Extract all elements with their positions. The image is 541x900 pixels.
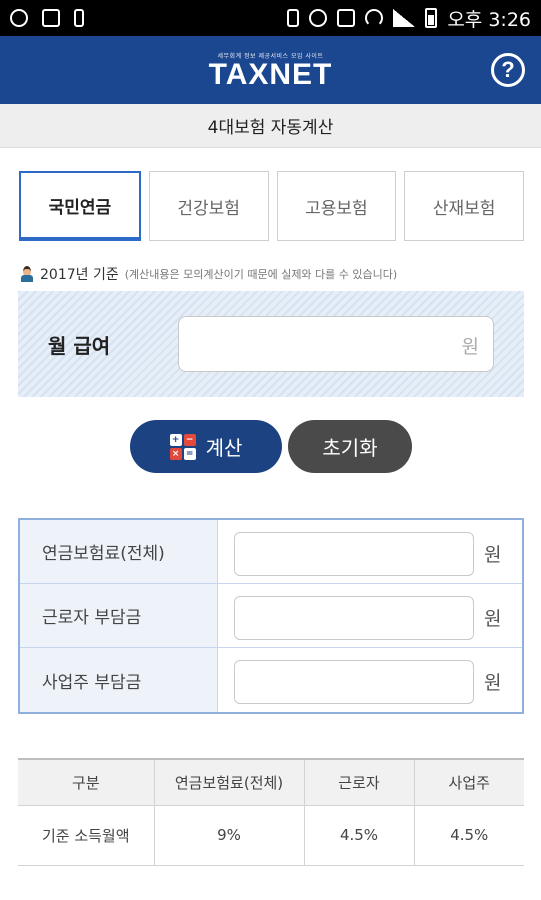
rate-table: 구분 연금보험료(전체) 근로자 사업주 기준 소득월액 9% 4.5% 4.5…: [18, 758, 524, 866]
result-label: 연금보험료(전체): [20, 520, 218, 583]
reset-button-label: 초기화: [322, 436, 378, 460]
wifi-icon: [365, 9, 384, 27]
tab-employment-insurance[interactable]: 고용보험: [276, 171, 397, 241]
result-label: 근로자 부담금: [20, 584, 218, 647]
table-cell: 4.5%: [413, 805, 524, 866]
employee-share-field[interactable]: [234, 596, 474, 640]
alert-icon: [42, 9, 60, 27]
logo-subtitle: 세무회계 정보 제공서비스 모임 사이트: [217, 52, 324, 60]
tab-industrial-accident[interactable]: 산재보험: [404, 171, 524, 241]
usb-icon: [74, 9, 84, 27]
card-icon: [337, 9, 356, 27]
salary-unit: 원: [461, 336, 479, 358]
result-unit: 원: [484, 608, 502, 630]
logo[interactable]: 세무회계 정보 제공서비스 모임 사이트 TAXNET: [209, 51, 333, 90]
app-header: 세무회계 정보 제공서비스 모임 사이트 TAXNET ?: [0, 36, 541, 104]
total-premium-field[interactable]: [234, 532, 474, 576]
status-bar: 오후 3:26: [0, 0, 541, 36]
salary-section: 월 급여 원: [18, 291, 524, 397]
logo-text: TAXNET: [208, 57, 333, 91]
table-header: 구분: [18, 758, 154, 806]
basis-note: 2017년 기준 (계산내용은 모의계산이기 때문에 실제와 다를 수 있습니다…: [20, 264, 397, 284]
reset-button[interactable]: 초기화: [288, 420, 412, 473]
basis-disclaimer: (계산내용은 모의계산이기 때문에 실제와 다를 수 있습니다): [124, 268, 398, 281]
table-header: 사업주: [413, 758, 524, 806]
result-row-employee: 근로자 부담금 원: [20, 584, 522, 648]
table-cell: 4.5%: [303, 805, 414, 866]
alarm-icon: [309, 9, 328, 27]
person-icon: [20, 266, 34, 282]
sync-icon: [10, 9, 28, 27]
calculate-button[interactable]: + − × = 계산: [130, 420, 282, 473]
result-table: 연금보험료(전체) 원 근로자 부담금 원 사업주 부담금 원: [18, 518, 524, 714]
insurance-tabs: 국민연금 건강보험 고용보험 산재보험: [19, 171, 524, 241]
table-cell: 기준 소득월액: [18, 805, 154, 866]
employer-share-field[interactable]: [234, 660, 474, 704]
table-header: 연금보험료(전체): [153, 758, 304, 806]
result-unit: 원: [484, 672, 502, 694]
tab-national-pension[interactable]: 국민연금: [19, 171, 141, 241]
vibrate-icon: [287, 9, 300, 27]
clock: 오후 3:26: [447, 8, 531, 31]
result-unit: 원: [484, 544, 502, 566]
calculator-icon: + − × =: [169, 433, 196, 460]
table-cell: 9%: [153, 805, 304, 866]
signal-icon: [393, 9, 416, 27]
result-row-total: 연금보험료(전체) 원: [20, 520, 522, 584]
result-row-employer: 사업주 부담금 원: [20, 648, 522, 712]
basis-year: 2017년 기준: [40, 267, 119, 283]
table-header: 근로자: [303, 758, 414, 806]
page-title: 4대보험 자동계산: [0, 104, 541, 148]
salary-label: 월 급여: [48, 333, 111, 358]
table-row: 기준 소득월액 9% 4.5% 4.5%: [18, 805, 524, 866]
result-label: 사업주 부담금: [20, 648, 218, 712]
battery-icon: [425, 8, 438, 28]
help-icon: ?: [501, 57, 515, 82]
help-button[interactable]: ?: [491, 53, 525, 87]
salary-input[interactable]: 원: [178, 316, 494, 372]
calculate-button-label: 계산: [205, 436, 243, 460]
tab-health-insurance[interactable]: 건강보험: [148, 171, 269, 241]
